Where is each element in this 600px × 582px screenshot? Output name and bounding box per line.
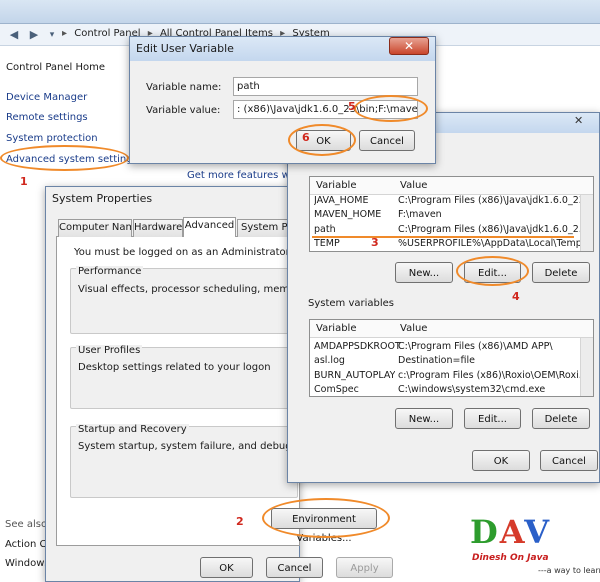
back-icon[interactable]: ◀ bbox=[6, 27, 22, 43]
user-variables-header: Variable Value bbox=[310, 177, 593, 195]
annotation-1: 1 bbox=[20, 175, 28, 188]
system-properties-apply-button[interactable]: Apply bbox=[336, 557, 393, 578]
system-var-name: AMDAPPSDKROOT bbox=[314, 341, 401, 352]
system-new-button[interactable]: New... bbox=[395, 408, 453, 429]
table-row[interactable]: MAVEN_HOME F:\maven bbox=[310, 209, 580, 222]
system-delete-button[interactable]: Delete bbox=[532, 408, 590, 429]
system-var-name: ComSpec bbox=[314, 384, 359, 395]
system-list-scrollbar[interactable] bbox=[580, 338, 593, 396]
user-delete-button[interactable]: Delete bbox=[532, 262, 590, 283]
system-var-value: c:\Program Files (x86)\Roxio\OEM\Roxi... bbox=[398, 370, 580, 381]
sidebar-remote-settings[interactable]: Remote settings bbox=[6, 112, 88, 123]
user-col-variable[interactable]: Variable bbox=[316, 177, 357, 195]
startup-recovery-label: Startup and Recovery bbox=[76, 424, 189, 435]
user-list-scrollbar[interactable] bbox=[580, 195, 593, 251]
user-var-value: C:\Program Files (x86)\Java\jdk1.6.0_2..… bbox=[398, 224, 580, 235]
highlight-ellipse-edit-ok bbox=[288, 124, 356, 156]
system-edit-button[interactable]: Edit... bbox=[464, 408, 521, 429]
user-var-name: JAVA_HOME bbox=[314, 195, 369, 206]
tab-advanced[interactable]: Advanced bbox=[183, 217, 236, 237]
env-cancel-button[interactable]: Cancel bbox=[540, 450, 598, 471]
table-row[interactable]: BURN_AUTOPLAY c:\Program Files (x86)\Rox… bbox=[310, 370, 580, 383]
sidebar-system-protection[interactable]: System protection bbox=[6, 133, 98, 144]
highlight-ellipse-edit-button bbox=[456, 256, 529, 286]
user-var-value: C:\Program Files (x86)\Java\jdk1.6.0_23 bbox=[398, 195, 580, 206]
see-also-heading: See also bbox=[5, 519, 48, 530]
highlight-ellipse-maven-path bbox=[354, 95, 428, 122]
logo-name: Dinesh On Java bbox=[472, 553, 549, 563]
edit-close-icon[interactable]: ✕ bbox=[389, 37, 429, 55]
table-row[interactable]: JAVA_HOME C:\Program Files (x86)\Java\jd… bbox=[310, 195, 580, 208]
user-var-value: F:\maven bbox=[398, 209, 442, 220]
annotation-3: 3 bbox=[371, 236, 379, 249]
system-properties-ok-button[interactable]: OK bbox=[200, 557, 253, 578]
user-profiles-text: Desktop settings related to your logon bbox=[78, 362, 271, 373]
logo-letters: DAV bbox=[470, 513, 552, 551]
edit-cancel-button[interactable]: Cancel bbox=[359, 130, 415, 151]
user-var-name: path bbox=[314, 224, 336, 235]
system-properties-title: System Properties bbox=[46, 187, 299, 211]
system-var-name: BURN_AUTOPLAY bbox=[314, 370, 396, 381]
recent-pages-icon[interactable]: ▾ bbox=[44, 27, 60, 43]
logo-tagline: ---a way to learn bbox=[538, 566, 600, 575]
breadcrumb-separator-icon: ▸ bbox=[62, 28, 68, 39]
system-var-name: asl.log bbox=[314, 355, 345, 366]
env-close-icon[interactable]: ✕ bbox=[574, 114, 583, 127]
user-var-name: TEMP bbox=[314, 238, 340, 249]
env-ok-button[interactable]: OK bbox=[472, 450, 530, 471]
table-row[interactable]: ComSpec C:\windows\system32\cmd.exe bbox=[310, 384, 580, 397]
variable-name-label: Variable name: bbox=[146, 82, 222, 93]
sidebar-control-panel-home[interactable]: Control Panel Home bbox=[6, 62, 105, 73]
sidebar-windows-update[interactable]: Windows bbox=[5, 558, 50, 569]
user-var-name: MAVEN_HOME bbox=[314, 209, 382, 220]
system-variables-label: System variables bbox=[306, 298, 397, 309]
system-var-value: C:\windows\system32\cmd.exe bbox=[398, 384, 546, 395]
user-profiles-group bbox=[70, 347, 298, 409]
annotation-5: 5 bbox=[348, 100, 356, 113]
annotation-4: 4 bbox=[512, 290, 520, 303]
variable-name-field[interactable]: path bbox=[233, 77, 418, 96]
table-row[interactable]: TEMP %USERPROFILE%\AppData\Local\Temp bbox=[310, 238, 580, 251]
tab-hardware[interactable]: Hardware bbox=[133, 219, 183, 237]
table-row[interactable]: asl.log Destination=file bbox=[310, 355, 580, 368]
performance-group bbox=[70, 268, 298, 334]
forward-icon[interactable]: ▶ bbox=[26, 27, 42, 43]
sidebar-action-center[interactable]: Action C bbox=[5, 539, 46, 550]
get-more-features-link[interactable]: Get more features wit bbox=[187, 170, 296, 181]
system-col-value[interactable]: Value bbox=[400, 320, 427, 338]
highlight-ellipse-advanced-settings bbox=[0, 145, 129, 171]
variable-value-label: Variable value: bbox=[146, 105, 221, 116]
user-profiles-label: User Profiles bbox=[76, 345, 143, 356]
startup-recovery-group bbox=[70, 426, 298, 498]
system-variables-header: Variable Value bbox=[310, 320, 593, 338]
sidebar-device-manager[interactable]: Device Manager bbox=[6, 92, 87, 103]
system-var-value: C:\Program Files (x86)\AMD APP\ bbox=[398, 341, 553, 352]
dinesh-on-java-logo: DAV Dinesh On Java ---a way to learn bbox=[466, 513, 600, 582]
system-var-value: Destination=file bbox=[398, 355, 475, 366]
control-panel-titlebar bbox=[0, 0, 600, 24]
user-new-button[interactable]: New... bbox=[395, 262, 453, 283]
annotation-6: 6 bbox=[302, 131, 310, 144]
annotation-2: 2 bbox=[236, 515, 244, 528]
user-col-value[interactable]: Value bbox=[400, 177, 427, 195]
user-var-value: %USERPROFILE%\AppData\Local\Temp bbox=[398, 238, 580, 249]
system-properties-cancel-button[interactable]: Cancel bbox=[266, 557, 323, 578]
highlight-underline-path-row bbox=[312, 236, 574, 238]
system-col-variable[interactable]: Variable bbox=[316, 320, 357, 338]
tab-computer-name[interactable]: Computer Name bbox=[58, 219, 132, 237]
performance-label: Performance bbox=[76, 266, 144, 277]
table-row[interactable]: AMDAPPSDKROOT C:\Program Files (x86)\AMD… bbox=[310, 341, 580, 354]
highlight-ellipse-env-button bbox=[262, 498, 390, 538]
